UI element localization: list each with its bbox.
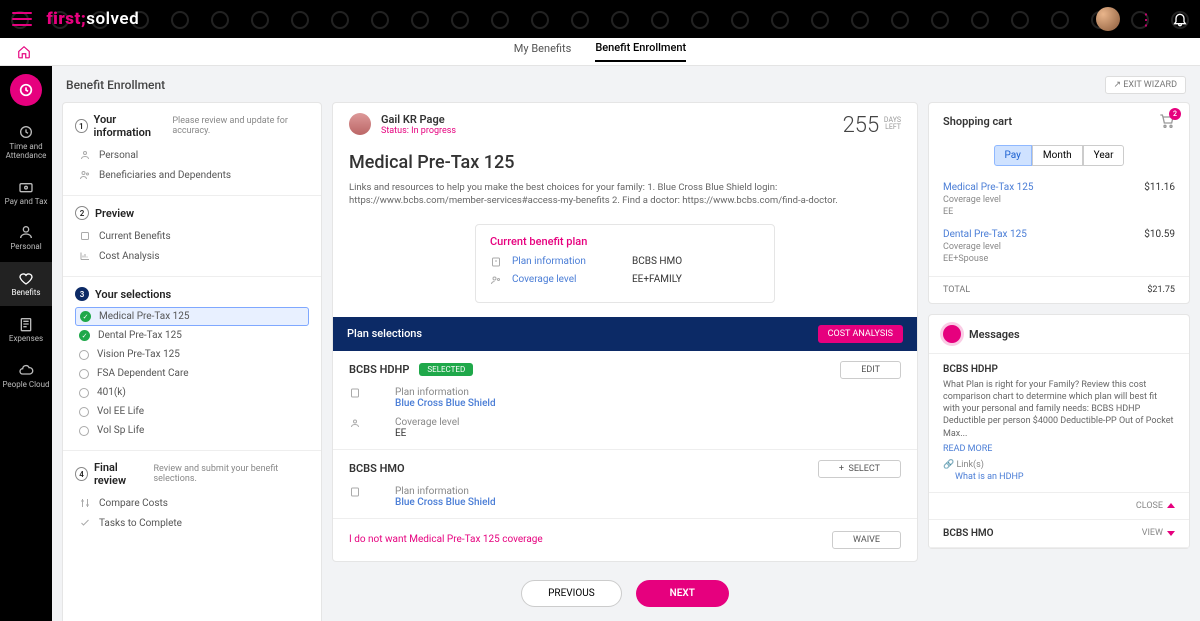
plan-info-icon (490, 256, 502, 268)
employee-name: Gail KR Page (381, 113, 456, 126)
current-benefit-plan-card: Current benefit plan Plan informationBCB… (475, 224, 775, 303)
sidebar-vol-ee-life[interactable]: Vol EE Life (75, 402, 309, 421)
sidebar-compare-costs[interactable]: Compare Costs (75, 493, 309, 513)
message-bcbs-hmo[interactable]: BCBS HMO VIEW (929, 520, 1189, 548)
hamburger-menu[interactable] (12, 12, 32, 26)
message-link-hdhp[interactable]: What is an HDHP (955, 472, 1175, 482)
sidebar-fsa-dependent[interactable]: FSA Dependent Care (75, 364, 309, 383)
sidebar-current-benefits[interactable]: Current Benefits (75, 226, 309, 246)
plan-selections-label: Plan selections (347, 327, 422, 340)
coverage-icon (349, 417, 361, 429)
sidebar-personal[interactable]: Personal (75, 145, 309, 165)
user-avatar[interactable] (1096, 7, 1120, 31)
plan-bcbs-hmo: BCBS HMO + SELECT Plan informationBlue C… (333, 450, 917, 519)
plan-info-icon (349, 486, 361, 498)
tab-my-benefits[interactable]: My Benefits (514, 42, 572, 61)
message-bcbs-hdhp: BCBS HDHP What Plan is right for your Fa… (929, 354, 1189, 493)
step-4-icon: 4 (75, 467, 88, 481)
rail-personal[interactable]: Personal (0, 216, 52, 260)
rail-expenses[interactable]: Expenses (0, 308, 52, 352)
messages-icon (943, 325, 961, 343)
sidebar-vision-pretax[interactable]: Vision Pre-Tax 125 (75, 345, 309, 364)
rail-pay-tax[interactable]: Pay and Tax (0, 171, 52, 215)
read-more-link[interactable]: READ MORE (943, 444, 992, 454)
exit-wizard-button[interactable]: ↗ EXIT WIZARD (1105, 76, 1187, 94)
brand-logo: first;solved (46, 9, 139, 29)
select-plan-button[interactable]: + SELECT (818, 460, 901, 478)
check-icon: ✓ (80, 311, 91, 322)
selected-badge: SELECTED (419, 363, 473, 376)
waive-coverage-link[interactable]: I do not want Medical Pre-Tax 125 covera… (349, 534, 543, 545)
chevron-up-icon (1167, 503, 1175, 508)
rail-time-attendance[interactable]: Time and Attendance (0, 116, 52, 169)
radio-icon (79, 388, 89, 398)
sidebar-401k[interactable]: 401(k) (75, 383, 309, 402)
period-segment: Pay Month Year (929, 139, 1189, 176)
plan-bcbs-hdhp: BCBS HDHP SELECTED EDIT Plan information… (333, 351, 917, 450)
notifications-icon[interactable] (1172, 11, 1188, 27)
radio-icon (79, 426, 89, 436)
step-1-icon: 1 (75, 119, 88, 133)
sidebar-medical-pretax[interactable]: ✓Medical Pre-Tax 125 (75, 307, 309, 326)
messages-title: Messages (969, 328, 1020, 341)
waive-button[interactable]: WAIVE (832, 531, 901, 549)
coverage-icon (490, 274, 502, 286)
sidebar-cost-analysis[interactable]: Cost Analysis (75, 246, 309, 266)
seg-month[interactable]: Month (1032, 145, 1083, 166)
page-title: Benefit Enrollment (66, 78, 165, 92)
sidebar-dental-pretax[interactable]: ✓Dental Pre-Tax 125 (75, 326, 309, 345)
tab-benefit-enrollment[interactable]: Benefit Enrollment (595, 41, 686, 62)
rail-people-cloud[interactable]: People Cloud (0, 354, 52, 398)
sidebar-tasks-complete[interactable]: Tasks to Complete (75, 513, 309, 533)
radio-icon (79, 369, 89, 379)
wizard-sidebar: 1Your informationPlease review and updat… (62, 102, 322, 621)
cost-analysis-button[interactable]: COST ANALYSIS (818, 325, 903, 343)
seg-year[interactable]: Year (1083, 145, 1125, 166)
sidebar-vol-sp-life[interactable]: Vol Sp Life (75, 421, 309, 440)
radio-icon (79, 350, 89, 360)
chevron-down-icon (1167, 531, 1175, 536)
enrollment-status: Status: In progress (381, 126, 456, 136)
next-button[interactable]: NEXT (636, 580, 729, 607)
seg-pay[interactable]: Pay (994, 145, 1032, 166)
sidebar-beneficiaries[interactable]: Beneficiaries and Dependents (75, 165, 309, 185)
more-menu-icon[interactable]: ⋮ (1138, 10, 1154, 29)
step-3-icon: 3 (75, 287, 89, 301)
previous-button[interactable]: PREVIOUS (521, 580, 622, 607)
cart-count-badge: 2 (1169, 108, 1181, 120)
quick-action-fab[interactable] (10, 74, 42, 106)
home-icon[interactable] (17, 45, 31, 59)
radio-icon (79, 407, 89, 417)
plan-info-icon (349, 387, 361, 399)
plan-description: Links and resources to help you make the… (333, 181, 917, 220)
cart-item-medical[interactable]: Medical Pre-Tax 125$11.16 Coverage level… (929, 176, 1189, 223)
employee-avatar (349, 113, 371, 135)
message-close-row[interactable]: CLOSE (929, 493, 1189, 520)
cart-icon[interactable]: 2 (1159, 113, 1175, 129)
check-icon: ✓ (79, 330, 90, 341)
rail-benefits[interactable]: Benefits (0, 262, 52, 306)
edit-plan-button[interactable]: EDIT (840, 361, 901, 379)
cart-total: TOTAL$21.75 (929, 276, 1189, 303)
shopping-cart-title: Shopping cart (943, 115, 1012, 128)
cart-item-dental[interactable]: Dental Pre-Tax 125$10.59 Coverage levelE… (929, 223, 1189, 270)
days-left: 255 DAYSLEFT (843, 113, 901, 138)
step-2-icon: 2 (75, 206, 89, 220)
plan-heading: Medical Pre-Tax 125 (333, 148, 917, 181)
